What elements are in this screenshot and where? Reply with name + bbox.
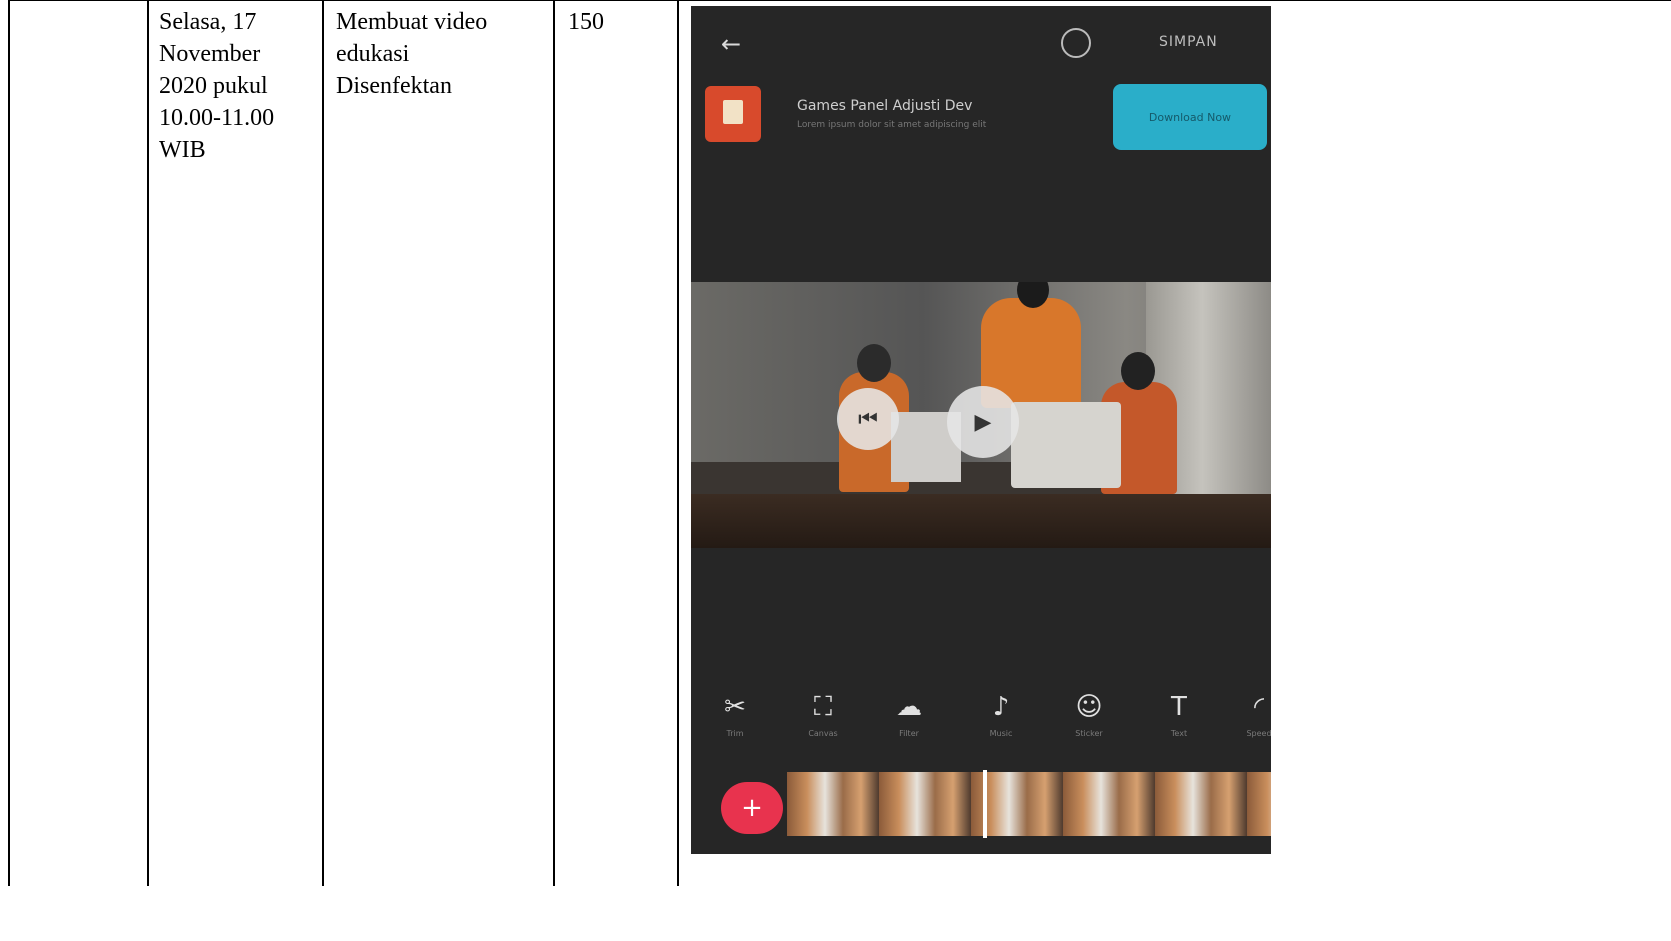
date-cell: Selasa, 17 November 2020 pukul 10.00-11.…	[159, 9, 275, 163]
column-divider-5	[677, 0, 679, 886]
table-top-border	[8, 0, 1671, 1]
text-icon: T	[1171, 692, 1187, 722]
tool-speed[interactable]: ◜ Speed	[1227, 690, 1271, 744]
save-button[interactable]: SIMPAN	[1159, 34, 1218, 50]
cloud-icon[interactable]	[1061, 28, 1091, 58]
tool-sticker[interactable]: ☺ Sticker	[1057, 690, 1121, 744]
number-cell: 150	[568, 9, 604, 35]
playhead[interactable]	[983, 770, 987, 838]
sticker-icon: ☺	[1075, 692, 1103, 722]
tool-label: Text	[1170, 729, 1188, 738]
ad-download-button[interactable]: Download Now	[1113, 84, 1267, 150]
scissors-icon: ✂	[724, 692, 746, 722]
music-icon: ♪	[992, 692, 1010, 722]
tool-trim[interactable]: ✂ Trim	[703, 690, 767, 744]
tool-label: Canvas	[808, 729, 838, 738]
play-icon[interactable]: ▶	[947, 386, 1019, 458]
tool-filter[interactable]: ☁ Filter	[877, 690, 941, 744]
tool-music[interactable]: ♪ Music	[969, 690, 1033, 744]
tool-label: Filter	[899, 729, 919, 738]
back-arrow-icon[interactable]: ←	[721, 30, 741, 58]
canvas-icon: ⛶	[813, 692, 833, 722]
filter-icon: ☁	[896, 692, 922, 722]
video-preview[interactable]: ⏮ ▶	[691, 282, 1271, 548]
timeline[interactable]: +	[691, 770, 1271, 838]
speed-icon: ◜	[1253, 692, 1265, 722]
add-clip-button[interactable]: +	[721, 782, 783, 834]
tool-label: Trim	[726, 729, 744, 738]
tool-text[interactable]: T Text	[1147, 690, 1211, 744]
tool-label: Music	[989, 729, 1013, 738]
ad-app-icon	[705, 86, 761, 142]
timeline-frames[interactable]	[787, 772, 1271, 836]
video-printer	[1011, 402, 1121, 488]
previous-icon[interactable]: ⏮	[837, 388, 899, 450]
tool-label: Sticker	[1075, 729, 1103, 738]
phone-screenshot: ← SIMPAN Games Panel Adjusti Dev Lorem i…	[691, 6, 1271, 854]
ad-banner[interactable]: Games Panel Adjusti Dev Lorem ipsum dolo…	[705, 84, 1267, 158]
column-divider-1	[8, 0, 10, 886]
column-divider-3	[322, 0, 324, 886]
activity-cell: Membuat video edukasi Disenfektan	[336, 9, 488, 99]
column-divider-4	[553, 0, 555, 886]
ad-title: Games Panel Adjusti Dev	[797, 98, 973, 114]
tool-label: Speed	[1246, 729, 1271, 738]
ad-subtitle: Lorem ipsum dolor sit amet adipiscing el…	[797, 120, 987, 130]
tool-canvas[interactable]: ⛶ Canvas	[791, 690, 855, 744]
editing-toolbar: ✂ Trim ⛶ Canvas ☁ Filter ♪ Music ☺ Stick…	[691, 690, 1271, 756]
video-table	[691, 494, 1271, 548]
column-divider-2	[147, 0, 149, 886]
